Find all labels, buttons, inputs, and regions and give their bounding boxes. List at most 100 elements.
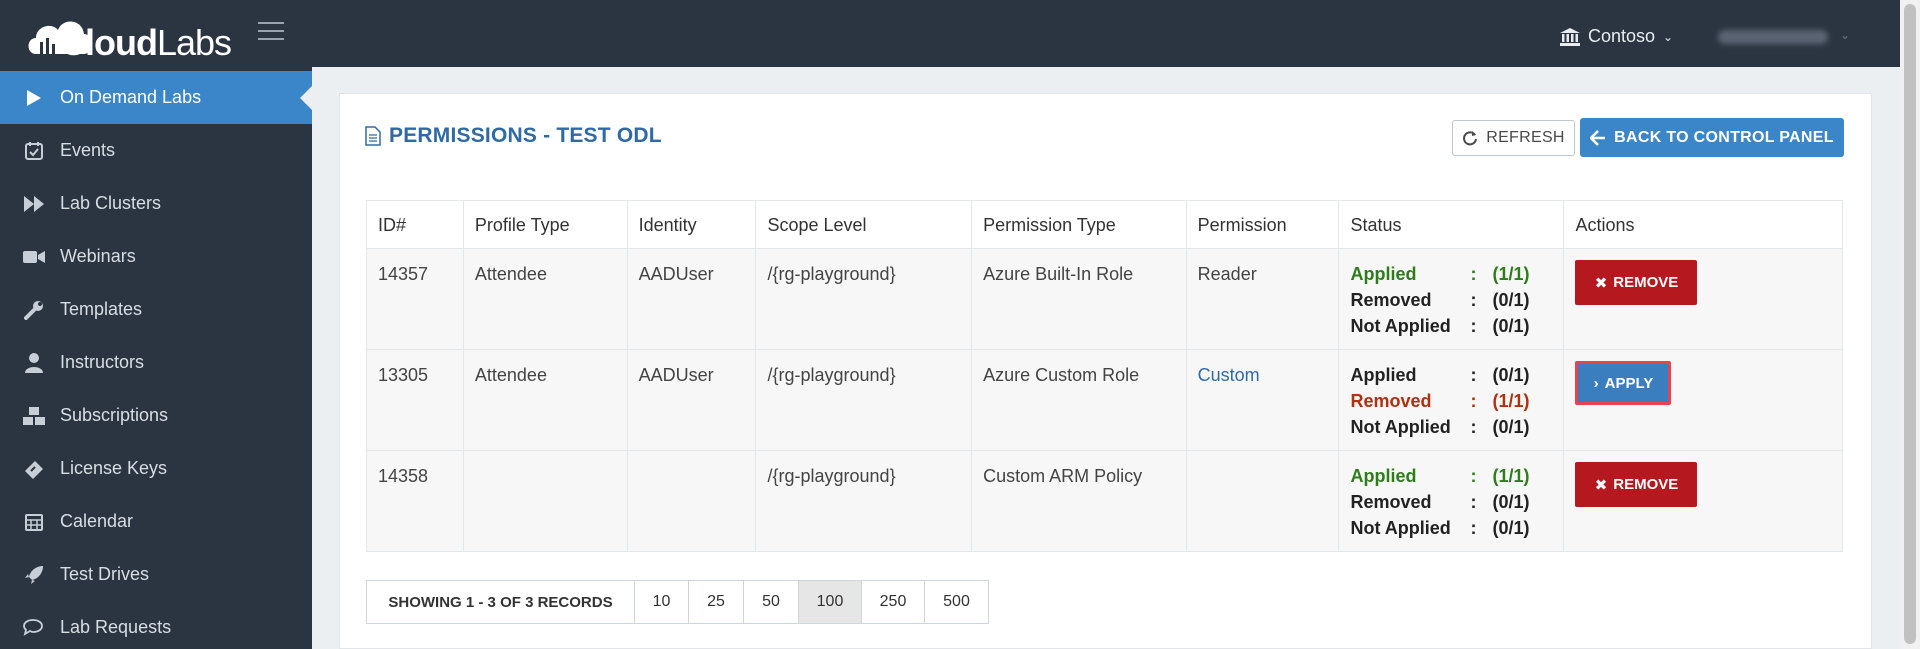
col-scope-level: Scope Level <box>755 200 973 249</box>
cell-identity <box>626 450 757 552</box>
chevron-right-icon: › <box>1593 374 1599 392</box>
cell-actions: ✖ REMOVE <box>1563 248 1843 350</box>
cell-permission: Reader <box>1185 248 1340 350</box>
cell-permission-type: Custom ARM Policy <box>971 450 1187 552</box>
sidebar-item-instructors[interactable]: Instructors <box>0 336 312 389</box>
page-size-100[interactable]: 100 <box>799 581 862 623</box>
table-row: 14357 Attendee AADUser /{rg-playground} … <box>366 248 1843 350</box>
top-bar: CloudLabs Contoso ⌄ ⌄ <box>0 0 1920 67</box>
sidebar-item-label: License Keys <box>60 458 168 478</box>
user-menu[interactable]: ⌄ <box>1718 28 1858 46</box>
status-not-applied: Not Applied: (0/1) <box>1350 316 1530 336</box>
page-title-text: PERMISSIONS - TEST ODL <box>389 124 662 147</box>
cell-scope-level: /{rg-playground} <box>755 349 973 451</box>
cell-scope-level: /{rg-playground} <box>755 248 973 350</box>
pagination: SHOWING 1 - 3 OF 3 RECORDS 10 25 50 100 … <box>366 580 989 624</box>
table-header-row: ID# Profile Type Identity Scope Level Pe… <box>366 200 1843 249</box>
ticket-icon <box>22 457 46 481</box>
remove-button[interactable]: ✖ REMOVE <box>1575 260 1698 305</box>
sidebar-item-lab-requests[interactable]: Lab Requests <box>0 601 312 649</box>
back-to-control-panel-button[interactable]: BACK TO CONTROL PANEL <box>1580 118 1844 157</box>
comments-icon <box>22 616 46 640</box>
close-icon: ✖ <box>1594 274 1608 292</box>
chevron-down-icon: ⌄ <box>1663 29 1674 44</box>
menu-toggle-icon[interactable] <box>258 22 284 42</box>
status-removed: Removed: (1/1) <box>1350 391 1530 411</box>
cubes-icon <box>22 404 46 428</box>
sidebar-item-on-demand-labs[interactable]: On Demand Labs <box>0 71 312 124</box>
table-row: 13305 Attendee AADUser /{rg-playground} … <box>366 349 1843 451</box>
page-size-50[interactable]: 50 <box>744 581 799 623</box>
status-removed: Removed: (0/1) <box>1350 290 1530 310</box>
sidebar-item-label: Subscriptions <box>60 405 169 425</box>
sidebar-item-subscriptions[interactable]: Subscriptions <box>0 389 312 442</box>
cloudlabs-logo[interactable]: CloudLabs <box>26 8 256 63</box>
sidebar-item-label: On Demand Labs <box>60 87 202 107</box>
col-permission: Permission <box>1185 200 1340 249</box>
play-icon <box>22 86 46 110</box>
status-removed: Removed: (0/1) <box>1350 492 1530 512</box>
bank-icon <box>1560 27 1580 46</box>
sidebar-item-label: Lab Requests <box>60 617 172 637</box>
status-applied: Applied: (0/1) <box>1350 365 1530 385</box>
document-icon <box>365 126 381 146</box>
sidebar-item-label: Calendar <box>60 511 134 531</box>
tenant-name: Contoso <box>1588 26 1656 46</box>
page-scrollbar[interactable] <box>1900 0 1920 649</box>
sidebar-item-license-keys[interactable]: License Keys <box>0 442 312 495</box>
cell-id: 13305 <box>366 349 464 451</box>
logo-text: CloudLabs <box>60 22 232 63</box>
sidebar-item-label: Test Drives <box>60 564 150 584</box>
remove-button[interactable]: ✖ REMOVE <box>1575 462 1698 507</box>
wrench-icon <box>22 298 46 322</box>
sidebar-item-calendar[interactable]: Calendar <box>0 495 312 548</box>
cell-actions: ✖ REMOVE <box>1563 450 1843 552</box>
custom-permission-link[interactable]: Custom <box>1198 365 1260 385</box>
records-info: SHOWING 1 - 3 OF 3 RECORDS <box>367 581 635 623</box>
arrow-left-icon <box>1590 129 1606 146</box>
status-applied: Applied: (1/1) <box>1350 466 1530 486</box>
refresh-label: REFRESH <box>1486 129 1565 146</box>
scrollbar-thumb[interactable] <box>1904 4 1916 644</box>
sidebar-item-webinars[interactable]: Webinars <box>0 230 312 283</box>
calendar-icon <box>22 510 46 534</box>
permissions-table: ID# Profile Type Identity Scope Level Pe… <box>366 200 1843 552</box>
status-applied: Applied: (1/1) <box>1350 264 1530 284</box>
video-camera-icon <box>22 245 46 269</box>
cell-status: Applied: (0/1) Removed: (1/1) Not Applied:… <box>1338 349 1565 451</box>
apply-button[interactable]: › APPLY <box>1575 361 1672 405</box>
cell-id: 14358 <box>366 450 464 552</box>
page-size-25[interactable]: 25 <box>689 581 744 623</box>
page-title: PERMISSIONS - TEST ODL <box>365 124 662 148</box>
cell-identity: AADUser <box>626 248 757 350</box>
page-size-250[interactable]: 250 <box>862 581 925 623</box>
sidebar-item-lab-clusters[interactable]: Lab Clusters <box>0 177 312 230</box>
sidebar-item-label: Events <box>60 140 116 160</box>
cell-profile-type: Attendee <box>462 248 628 350</box>
sidebar-item-test-drives[interactable]: Test Drives <box>0 548 312 601</box>
user-icon <box>22 351 46 375</box>
refresh-button[interactable]: REFRESH <box>1452 120 1575 156</box>
cell-profile-type: Attendee <box>462 349 628 451</box>
page-size-10[interactable]: 10 <box>635 581 689 623</box>
cell-scope-level: /{rg-playground} <box>755 450 973 552</box>
col-permission-type: Permission Type <box>971 200 1187 249</box>
col-identity: Identity <box>626 200 757 249</box>
col-profile-type: Profile Type <box>462 200 628 249</box>
sidebar-item-label: Instructors <box>60 352 145 372</box>
page-size-500[interactable]: 500 <box>925 581 988 623</box>
close-icon: ✖ <box>1594 476 1608 494</box>
rocket-icon <box>22 563 46 587</box>
table-row: 14358 /{rg-playground} Custom ARM Policy… <box>366 450 1843 552</box>
sidebar-item-label: Templates <box>60 299 143 319</box>
cell-profile-type <box>462 450 628 552</box>
sidebar-item-events[interactable]: Events <box>0 124 312 177</box>
chevron-down-icon: ⌄ <box>1840 28 1851 42</box>
cell-permission-type: Azure Custom Role <box>971 349 1187 451</box>
sidebar-item-templates[interactable]: Templates <box>0 283 312 336</box>
status-not-applied: Not Applied: (0/1) <box>1350 518 1530 538</box>
col-status: Status <box>1338 200 1565 249</box>
cell-identity: AADUser <box>626 349 757 451</box>
tenant-selector[interactable]: Contoso ⌄ <box>1560 26 1673 47</box>
sidebar-item-label: Webinars <box>60 246 136 266</box>
